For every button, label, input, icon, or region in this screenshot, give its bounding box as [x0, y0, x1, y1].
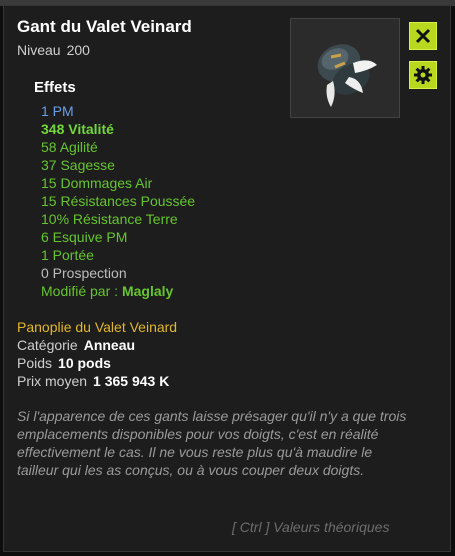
item-level: Niveau 200: [17, 42, 90, 58]
theoretical-values-hint: [ Ctrl ] Valeurs théoriques: [232, 519, 390, 535]
effect-line: 1 Portée: [41, 247, 94, 263]
close-icon: [415, 28, 431, 44]
settings-button[interactable]: [409, 61, 437, 89]
effects-list: 1 PM 348 Vitalité 58 Agilité 37 Sagesse …: [41, 102, 195, 300]
effect-line: 6 Esquive PM: [41, 229, 128, 245]
item-description: Si l'apparence de ces gants laisse présa…: [17, 408, 407, 478]
item-set-link[interactable]: Panoplie du Valet Veinard: [17, 319, 177, 335]
modified-by-line: Modifié par : Maglaly: [41, 282, 195, 300]
weight-value: 10 pods: [58, 355, 111, 371]
glove-item-icon: [317, 44, 377, 107]
close-button[interactable]: [409, 22, 437, 50]
level-value: 200: [66, 42, 90, 58]
effect-line: 1 PM: [41, 103, 74, 119]
effect-line: 15 Résistances Poussée: [41, 193, 196, 209]
effect-line: 58 Agilité: [41, 139, 98, 155]
category-label: Catégorie: [17, 337, 78, 353]
item-image: [290, 18, 400, 118]
category-value: Anneau: [83, 337, 136, 353]
category-row: Catégorie Anneau: [17, 337, 135, 353]
effects-heading: Effets: [34, 79, 76, 96]
modified-by-name: Maglaly: [121, 283, 174, 299]
modified-by-label: Modifié par :: [41, 283, 119, 299]
item-name: Gant du Valet Veinard: [17, 17, 192, 36]
weight-row: Poids 10 pods: [17, 355, 111, 371]
level-label: Niveau: [17, 42, 61, 58]
gear-icon: [414, 66, 432, 84]
effect-line: 37 Sagesse: [41, 157, 115, 173]
weight-label: Poids: [17, 355, 53, 371]
price-row: Prix moyen 1 365 943 K: [17, 373, 169, 389]
effect-line: 348 Vitalité: [41, 121, 114, 137]
effect-line: 10% Résistance Terre: [41, 211, 178, 227]
price-value: 1 365 943 K: [93, 373, 170, 389]
price-label: Prix moyen: [17, 373, 88, 389]
effect-line: 0 Prospection: [41, 265, 127, 281]
effect-line: 15 Dommages Air: [41, 175, 153, 191]
